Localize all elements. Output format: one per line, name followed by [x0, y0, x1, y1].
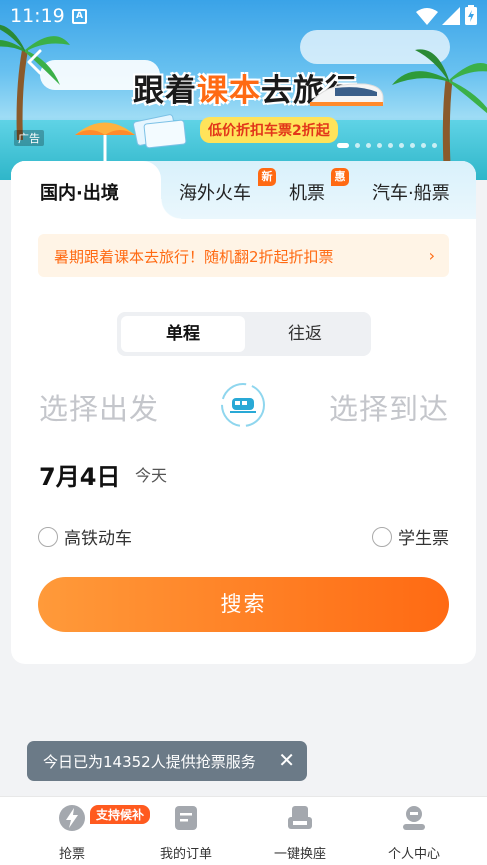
nav-my-orders[interactable]: 我的订单 [136, 803, 236, 862]
carousel-dot [366, 143, 371, 148]
service-toast: 今日已为14352人提供抢票服务 ✕ [27, 741, 307, 781]
chevron-left-icon[interactable] [22, 48, 48, 76]
a-icon: A [72, 9, 87, 24]
carousel-dot [377, 143, 382, 148]
seat-icon [288, 806, 312, 829]
nav-profile[interactable]: 个人中心 [364, 803, 464, 862]
carousel-dot [432, 143, 437, 148]
booking-card: 国内·出境 海外火车 新 机票 惠 汽车·船票 暑期跟着课本去旅行！随机翻2折起… [11, 161, 476, 664]
round-trip-option[interactable]: 往返 [243, 316, 367, 352]
high-speed-label: 高铁动车 [64, 529, 132, 549]
nav-label: 一键换座 [273, 847, 326, 862]
palm-tree-icon [0, 24, 70, 140]
tab-flights[interactable]: 机票 [289, 179, 325, 205]
tab-bar: 国内·出境 海外火车 新 机票 惠 汽车·船票 [11, 161, 476, 219]
promo-notice[interactable]: 暑期跟着课本去旅行！随机翻2折起折扣票 › [38, 234, 449, 277]
banner-subtitle: 低价折扣车票2折起 [200, 117, 338, 143]
radio-icon[interactable] [372, 526, 392, 547]
search-button[interactable]: 搜索 [38, 577, 449, 632]
train-swap-icon[interactable] [220, 382, 266, 428]
departure-field[interactable]: 选择出发 [39, 386, 159, 428]
trip-type-toggle: 单程 往返 [117, 312, 371, 356]
status-time: 11:19 [10, 5, 65, 27]
tab-bus-ship[interactable]: 汽车·船票 [372, 179, 450, 205]
new-badge: 新 [258, 168, 276, 186]
student-ticket-option[interactable]: 学生票 [372, 524, 449, 549]
battery-charging-icon [465, 5, 477, 25]
student-ticket-label: 学生票 [398, 529, 449, 549]
tab-overseas-train[interactable]: 海外火车 [179, 179, 251, 205]
nav-label: 个人中心 [387, 847, 440, 862]
toast-text: 今日已为14352人提供抢票服务 [43, 753, 256, 771]
one-way-option[interactable]: 单程 [121, 316, 245, 352]
signal-icon [442, 7, 460, 25]
carousel-indicator [337, 143, 437, 148]
bottom-nav: 抢票 支持候补 我的订单 一键换座 个人中心 [0, 796, 487, 865]
radio-icon[interactable] [38, 526, 58, 547]
arrival-field[interactable]: 选择到达 [329, 386, 449, 428]
carousel-dot [355, 143, 360, 148]
notice-text: 暑期跟着课本去旅行！随机翻2折起折扣票 [54, 248, 334, 266]
close-icon[interactable]: ✕ [278, 749, 295, 771]
date-today-label: 今天 [135, 466, 168, 485]
status-bar: 11:19 A [0, 0, 487, 32]
high-speed-option[interactable]: 高铁动车 [38, 524, 132, 549]
nav-change-seat[interactable]: 一键换座 [250, 803, 350, 862]
order-icon [175, 806, 197, 830]
person-icon [403, 806, 425, 830]
wifi-icon [416, 8, 438, 25]
date-picker[interactable]: 7月4日 [39, 457, 120, 492]
ad-tag: 广告 [14, 130, 44, 146]
tab-domestic[interactable]: 国内·出境 [40, 179, 119, 205]
train-icon [309, 83, 384, 106]
carousel-dot [410, 143, 415, 148]
carousel-dot [388, 143, 393, 148]
chevron-right-icon: › [428, 246, 435, 265]
carousel-dot [399, 143, 404, 148]
carousel-dot [337, 143, 349, 148]
lightning-icon [59, 805, 85, 831]
discount-badge: 惠 [331, 168, 349, 186]
nav-label: 我的订单 [159, 847, 212, 862]
carousel-dot [421, 143, 426, 148]
nav-label: 抢票 [58, 847, 85, 862]
